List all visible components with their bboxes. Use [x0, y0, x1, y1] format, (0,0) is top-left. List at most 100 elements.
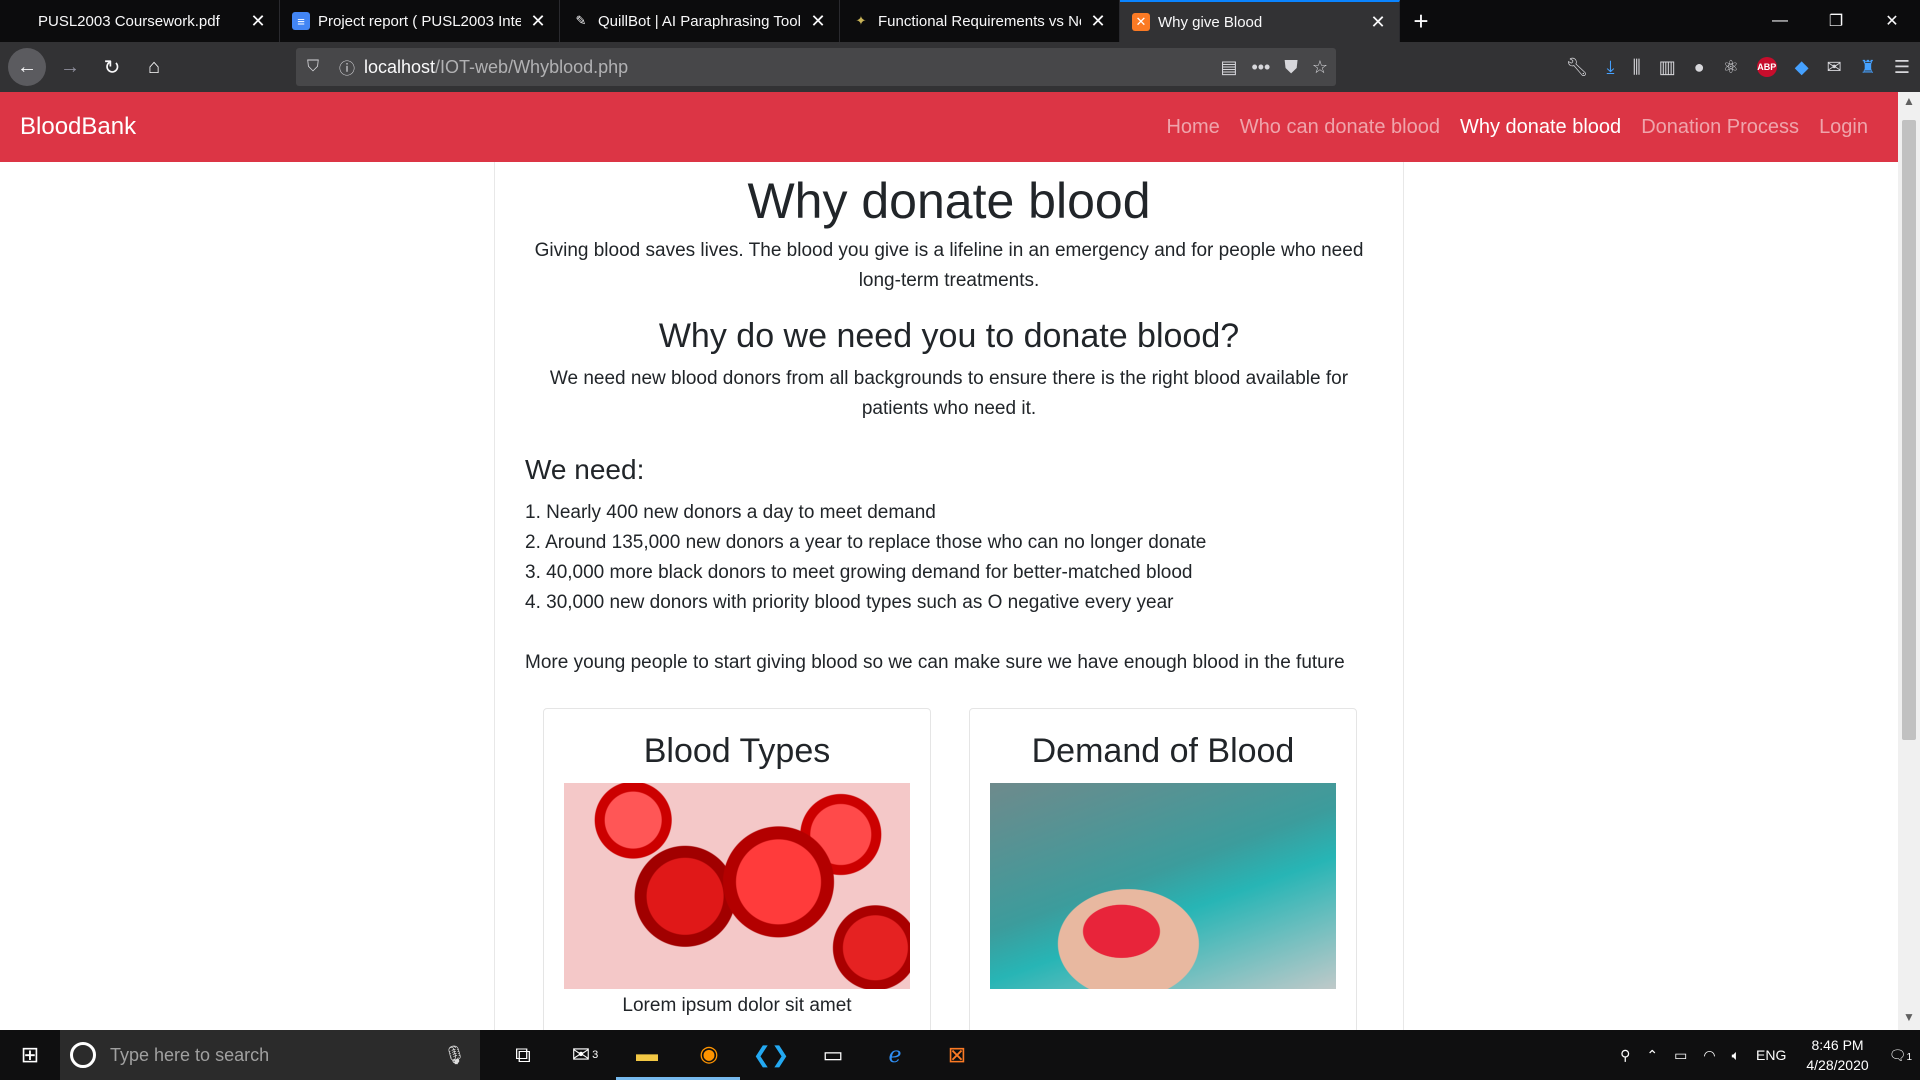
- terminal-icon[interactable]: ▭: [802, 1030, 864, 1080]
- list-item: 4. 30,000 new donors with priority blood…: [525, 592, 1174, 613]
- xampp-icon: ✕: [1132, 13, 1150, 31]
- pocket-icon[interactable]: ⛊: [1284, 57, 1298, 78]
- chevron-up-icon[interactable]: ⌃: [1646, 1047, 1658, 1064]
- firefox-icon[interactable]: ◉: [678, 1030, 740, 1080]
- card-title: Demand of Blood: [1031, 732, 1295, 770]
- tab-title: Functional Requirements vs No: [878, 12, 1081, 30]
- menu-icon[interactable]: ☰: [1894, 57, 1910, 78]
- list-item: 2. Around 135,000 new donors a year to r…: [525, 532, 1207, 553]
- red-blood-cells-image: [564, 783, 910, 989]
- main-content: Why donate blood Giving blood saves live…: [494, 162, 1404, 1030]
- scroll-up-icon[interactable]: ▲: [1898, 94, 1920, 112]
- site-navbar: BloodBank Home Who can donate blood Why …: [0, 92, 1898, 162]
- close-window-icon[interactable]: ✕: [1864, 0, 1920, 42]
- close-icon[interactable]: ✕: [249, 11, 267, 32]
- url-host: localhost: [364, 56, 436, 77]
- extension-diamond-icon[interactable]: ◆: [1795, 57, 1809, 78]
- file-explorer-icon[interactable]: ▬: [616, 1030, 678, 1080]
- card-caption: Lorem ipsum dolor sit amet: [622, 995, 852, 1016]
- mail-badge: 3: [592, 1049, 599, 1061]
- site-brand[interactable]: BloodBank: [20, 113, 136, 141]
- pdf-icon: [12, 12, 30, 30]
- nav-who-can-donate[interactable]: Who can donate blood: [1240, 116, 1440, 139]
- reload-button[interactable]: ↻: [94, 49, 130, 85]
- nav-login[interactable]: Login: [1819, 116, 1868, 139]
- extension-atom-icon[interactable]: ⚛: [1723, 57, 1739, 78]
- adblock-icon[interactable]: ABP: [1756, 57, 1777, 77]
- tab-why-give-blood[interactable]: ✕ Why give Blood ✕: [1120, 0, 1400, 42]
- new-tab-button[interactable]: +: [1400, 0, 1442, 42]
- nav-home[interactable]: Home: [1166, 116, 1219, 139]
- tab-coursework[interactable]: PUSL2003 Coursework.pdf ✕: [0, 0, 280, 42]
- tab-functional-requirements[interactable]: ✦ Functional Requirements vs No ✕: [840, 0, 1120, 42]
- home-button[interactable]: ⌂: [136, 49, 172, 85]
- mail-icon[interactable]: ✉ 3: [554, 1030, 616, 1080]
- search-placeholder: Type here to search: [110, 1044, 270, 1065]
- taskbar-apps: ⧉ ✉ 3 ▬ ◉ ❮❯ ▭ ℯ ⊠: [492, 1030, 988, 1080]
- battery-icon[interactable]: ▭: [1674, 1047, 1687, 1064]
- people-icon[interactable]: ⚲: [1620, 1047, 1630, 1064]
- google-docs-icon: ≡: [292, 12, 310, 30]
- extension-badge-icon[interactable]: ✉: [1827, 57, 1842, 78]
- windows-taskbar: ⊞ Type here to search 🎙︎ ⧉ ✉ 3 ▬ ◉ ❮❯ ▭ ℯ…: [0, 1030, 1920, 1080]
- card-blood-types: Blood Types Lorem ipsum dolor sit amet: [543, 708, 931, 1030]
- restore-icon[interactable]: ❐: [1808, 0, 1864, 42]
- card-title: Blood Types: [643, 732, 831, 770]
- xampp-icon[interactable]: ⊠: [926, 1030, 988, 1080]
- system-tray: ⚲ ⌃ ▭ ◠ 🔈︎ ENG 8:46 PM 4/28/2020 🗨︎1: [1612, 1030, 1920, 1080]
- reader-view-icon[interactable]: ▤: [1220, 57, 1237, 78]
- needs-list: 1. Nearly 400 new donors a day to meet d…: [525, 498, 1373, 618]
- forward-button[interactable]: →: [52, 49, 88, 85]
- close-icon[interactable]: ✕: [1089, 11, 1107, 32]
- info-icon[interactable]: ⓘ: [330, 55, 364, 79]
- scrollbar-thumb[interactable]: [1902, 120, 1916, 740]
- section-text: We need new blood donors from all backgr…: [549, 368, 1349, 419]
- tab-title: PUSL2003 Coursework.pdf: [38, 12, 220, 30]
- list-item: 3. 40,000 more black donors to meet grow…: [525, 562, 1193, 583]
- address-bar[interactable]: ⛉ ⓘ localhost/IOT-web/Whyblood.php ▤ •••…: [296, 48, 1336, 86]
- close-icon[interactable]: ✕: [529, 11, 547, 32]
- quillbot-icon: ✎: [575, 13, 587, 28]
- nav-donation-process[interactable]: Donation Process: [1641, 116, 1799, 139]
- card-row: Blood Types Lorem ipsum dolor sit amet D…: [525, 708, 1373, 1030]
- section-heading: Why do we need you to donate blood?: [658, 317, 1240, 355]
- tab-title: Project report ( PUSL2003 Integ: [318, 12, 521, 30]
- bookmark-star-icon[interactable]: ☆: [1312, 57, 1328, 78]
- page-scrollbar[interactable]: ▲ ▼: [1898, 92, 1920, 1030]
- page-actions-icon[interactable]: •••: [1251, 57, 1270, 78]
- tab-project-report[interactable]: ≡ Project report ( PUSL2003 Integ ✕: [280, 0, 560, 42]
- tab-title: Why give Blood: [1158, 13, 1263, 31]
- young-donors-text: More young people to start giving blood …: [525, 652, 1345, 673]
- microphone-icon[interactable]: 🎙︎: [443, 1045, 466, 1066]
- taskbar-search[interactable]: Type here to search 🎙︎: [60, 1030, 480, 1080]
- language-indicator[interactable]: ENG: [1756, 1047, 1786, 1063]
- windows-start-icon[interactable]: ⊞: [0, 1030, 60, 1080]
- clock-time: 8:46 PM: [1811, 1037, 1864, 1053]
- cortana-icon[interactable]: [70, 1042, 96, 1068]
- scroll-down-icon[interactable]: ▼: [1898, 1010, 1920, 1028]
- shield-icon[interactable]: ⛉: [296, 58, 330, 76]
- intro-text: Giving blood saves lives. The blood you …: [534, 240, 1364, 291]
- sidebar-icon[interactable]: ▥: [1659, 57, 1676, 78]
- wrench-icon[interactable]: 🔧︎: [1566, 57, 1589, 78]
- wifi-icon[interactable]: ◠: [1703, 1047, 1715, 1064]
- page-viewport: BloodBank Home Who can donate blood Why …: [0, 92, 1898, 1030]
- site-icon: ✦: [855, 13, 867, 28]
- close-icon[interactable]: ✕: [809, 11, 827, 32]
- download-icon[interactable]: ⤓: [1607, 57, 1615, 78]
- clock[interactable]: 8:46 PM 4/28/2020: [1806, 1035, 1868, 1075]
- task-view-icon[interactable]: ⧉: [492, 1030, 554, 1080]
- notification-icon[interactable]: 🗨︎1: [1889, 1047, 1912, 1064]
- volume-icon[interactable]: 🔈︎: [1732, 1047, 1740, 1064]
- needs-heading: We need:: [525, 454, 645, 485]
- minimize-icon[interactable]: —: [1752, 0, 1808, 42]
- tab-quillbot[interactable]: ✎ QuillBot | AI Paraphrasing Tool ✕: [560, 0, 840, 42]
- nav-why-donate[interactable]: Why donate blood: [1460, 116, 1621, 139]
- vscode-icon[interactable]: ❮❯: [740, 1030, 802, 1080]
- extension-bell-icon[interactable]: ♜: [1860, 57, 1876, 78]
- close-icon[interactable]: ✕: [1369, 12, 1387, 33]
- library-icon[interactable]: ⫼: [1632, 57, 1640, 78]
- back-button[interactable]: ←: [8, 48, 46, 86]
- account-icon[interactable]: ●: [1694, 57, 1705, 78]
- edge-icon[interactable]: ℯ: [864, 1030, 926, 1080]
